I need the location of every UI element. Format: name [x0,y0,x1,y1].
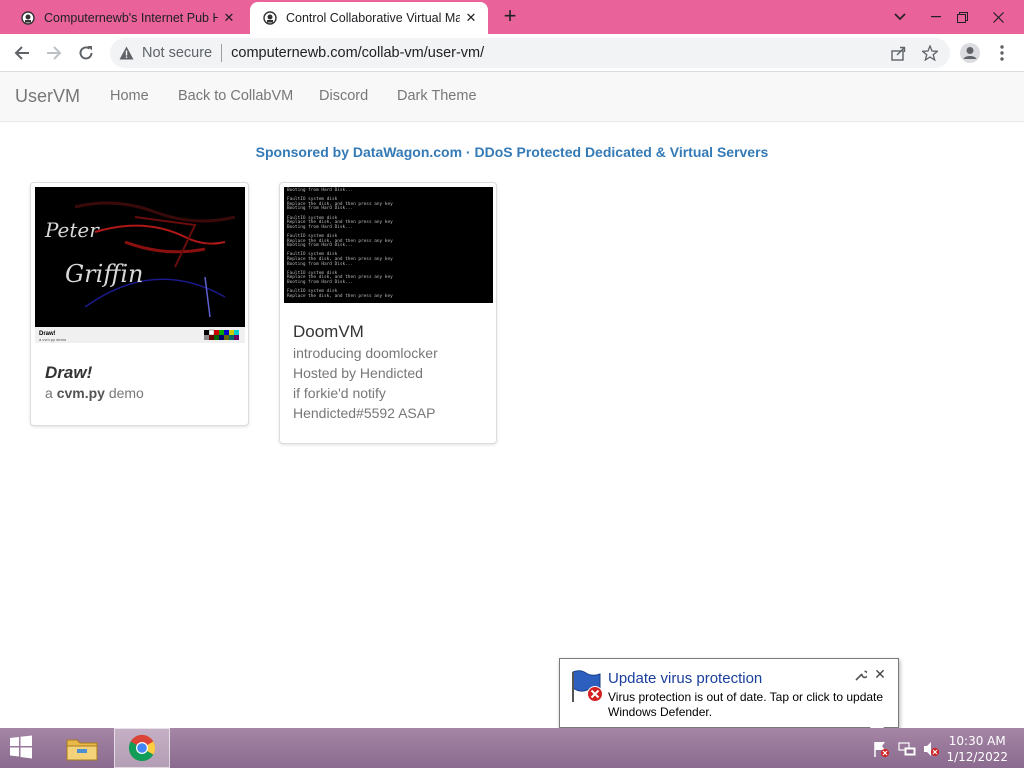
nav-link-dark-theme[interactable]: Dark Theme [397,88,477,104]
browser-toolbar: Not secure computernewb.com/collab-vm/us… [0,34,1024,72]
vm-description-text: a [45,385,57,401]
site-brand[interactable]: UserVM [15,86,80,107]
vm-thumbnail[interactable]: Booting from Hard Disk... FaultIO system… [284,187,493,303]
google-chrome-icon[interactable] [114,728,170,768]
file-explorer-icon[interactable] [54,728,110,768]
windows-taskbar: 10:30 AM 1/12/2022 [0,728,1024,768]
speaker-muted-icon[interactable] [922,740,940,758]
security-flag-error-icon [570,668,606,704]
vm-description-line: Hendicted#5592 ASAP [293,405,436,421]
clock-date: 1/12/2022 [946,750,1008,764]
handwriting-text: Peter [44,218,100,242]
vm-card-draw[interactable]: Peter Griffin Draw! a cvm.py demo Draw! … [30,182,249,426]
new-tab-button[interactable]: + [498,5,522,29]
notification-text[interactable]: Virus protection is out of date. Tap or … [608,690,893,720]
notification-title[interactable]: Update virus protection [608,670,762,687]
virus-protection-notification[interactable]: Update virus protection Virus protection… [559,658,899,728]
browser-tab[interactable]: Computernewb's Internet Pub Hub ✕ [8,2,246,34]
windows-start-icon[interactable] [6,734,40,762]
reload-icon[interactable] [74,41,98,65]
kebab-menu-icon[interactable] [990,41,1014,65]
forward-arrow-icon[interactable] [42,41,66,65]
sponsor-link[interactable]: Sponsored by DataWagon.com · DDoS Protec… [0,144,1024,160]
wrench-icon[interactable] [855,669,869,683]
site-navbar: UserVM Home Back to CollabVM Discord Dar… [0,72,1024,122]
vm-title[interactable]: Draw! [45,363,92,383]
restore-icon[interactable] [946,0,978,34]
bookmark-star-icon[interactable] [920,43,940,63]
tab-title: Computernewb's Internet Pub Hub [44,11,218,25]
vm-thumbnail[interactable]: Peter Griffin Draw! a cvm.py demo [35,187,245,343]
tab-title: Control Collaborative Virtual Machines [286,11,460,25]
vm-description-code: cvm.py [56,385,105,401]
notification-close-icon[interactable]: ✕ [873,667,887,681]
vm-description-line: Hosted by Hendicted [293,365,423,381]
address-separator [221,44,223,62]
tab-search-chevron-icon[interactable] [884,0,916,34]
draw-canvas-thumbnail: Peter Griffin Draw! a cvm.py demo [35,187,245,343]
tab-close-icon[interactable]: ✕ [218,7,240,29]
vm-title[interactable]: DoomVM [293,322,364,342]
vm-description-line: if forkie'd notify [293,385,386,401]
vm-description-text: demo [104,385,144,401]
computernewb-favicon-icon [262,10,278,26]
browser-tab-strip: Computernewb's Internet Pub Hub ✕ Contro… [0,0,1024,34]
nav-link-discord[interactable]: Discord [319,88,368,104]
action-center-flag-icon[interactable] [872,740,890,758]
system-clock[interactable]: 10:30 AM 1/12/2022 [946,733,1008,765]
computernewb-favicon-icon [20,10,36,26]
network-icon[interactable] [898,740,916,758]
nav-link-home[interactable]: Home [110,88,149,104]
vm-description: a cvm.py demo [45,383,144,403]
browser-tab-active[interactable]: Control Collaborative Virtual Machines ✕ [250,2,488,34]
handwriting-text: Griffin [65,260,143,288]
console-output: Booting from Hard Disk... FaultIO system… [287,188,490,299]
console-line: Replace the disk, and then press any key [287,293,393,299]
tab-close-icon[interactable]: ✕ [460,7,482,29]
address-bar[interactable]: Not secure computernewb.com/collab-vm/us… [110,38,950,68]
nav-link-back-to-collabvm[interactable]: Back to CollabVM [178,88,293,104]
warning-triangle-icon[interactable] [118,45,134,61]
security-label[interactable]: Not secure [142,45,212,61]
vm-card-doomvm[interactable]: Booting from Hard Disk... FaultIO system… [279,182,497,444]
clock-time: 10:30 AM [948,734,1006,748]
close-window-icon[interactable] [982,0,1014,34]
vm-description: introducing doomlocker Hosted by Hendict… [293,343,438,423]
back-arrow-icon[interactable] [10,41,34,65]
profile-avatar-icon[interactable] [958,41,982,65]
thumbnail-caption-sub: a cvm.py demo [39,337,67,342]
url-text[interactable]: computernewb.com/collab-vm/user-vm/ [231,45,484,61]
share-icon[interactable] [888,43,908,63]
vm-description-line: introducing doomlocker [293,345,438,361]
